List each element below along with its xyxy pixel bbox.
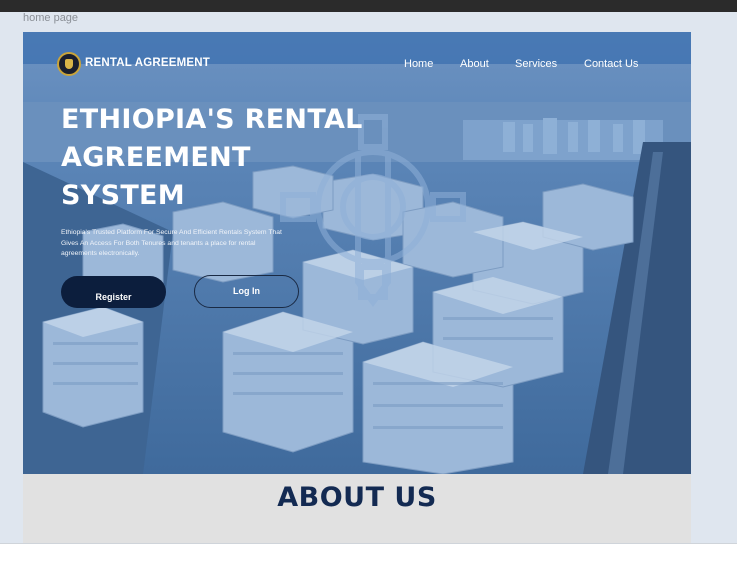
nav-about-link[interactable]: About — [460, 58, 489, 70]
register-button[interactable]: Register — [61, 276, 166, 308]
brand-name[interactable]: RENTAL AGREEMENT — [85, 57, 210, 69]
emblem-logo-icon[interactable] — [57, 52, 81, 76]
about-section: ABOUT US — [23, 474, 691, 543]
hero-description: Ethiopia's Trusted Platform For Secure A… — [61, 229, 282, 257]
hero-headline: ETHIOPIA'S RENTAL AGREEMENT SYSTEM — [61, 104, 363, 211]
page-bottom-area — [0, 543, 737, 588]
nav-home-link[interactable]: Home — [404, 58, 433, 70]
login-button[interactable]: Log In — [194, 275, 299, 308]
nav-services-link[interactable]: Services — [515, 58, 557, 70]
nav-contact-link[interactable]: Contact Us — [584, 58, 638, 70]
about-title: ABOUT US — [277, 482, 437, 513]
page-label: home page — [23, 12, 79, 24]
browser-top-bar — [0, 0, 737, 12]
